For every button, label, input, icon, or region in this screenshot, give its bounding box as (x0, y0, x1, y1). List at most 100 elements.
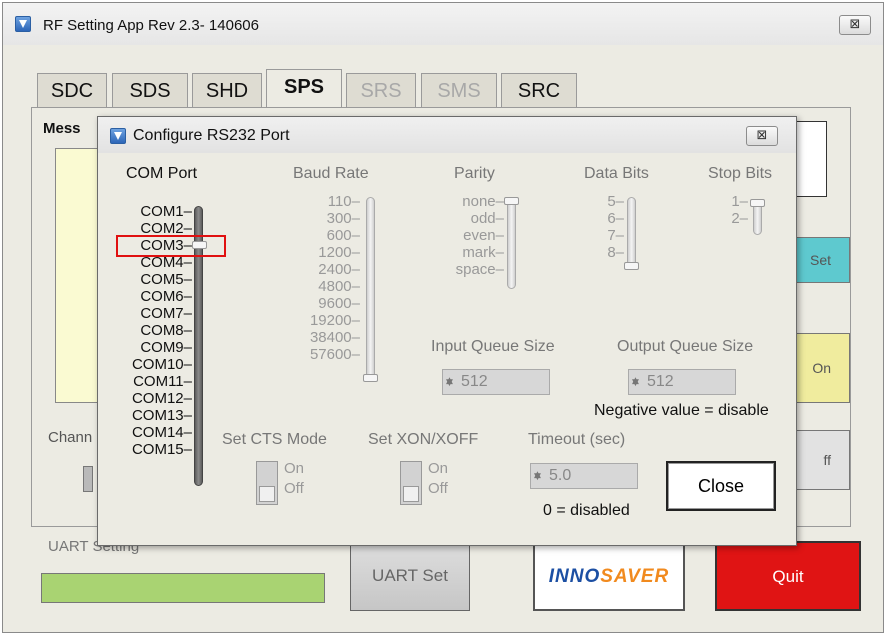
tab-srs[interactable]: SRS (346, 73, 416, 107)
xon-off-label: Off (428, 480, 448, 497)
com-port-option: COM14– (131, 424, 192, 441)
xon-on-label: On (428, 460, 449, 477)
xon-xoff-label: Set XON/XOFF (368, 431, 479, 448)
cts-on-label: On (284, 460, 305, 477)
off-button[interactable]: ff (794, 430, 850, 490)
uart-progress-bar (41, 573, 325, 603)
input-queue-stepper-icon[interactable] (445, 369, 457, 395)
stop-bits-heading: Stop Bits (708, 165, 773, 182)
output-queue-stepper-icon[interactable] (631, 369, 643, 395)
parity-option: even– (463, 227, 504, 244)
baud-rate-slider-track[interactable] (366, 197, 375, 381)
dialog-title: Configure RS232 Port (133, 127, 290, 144)
message-label: Mess (43, 120, 81, 137)
cts-mode-toggle[interactable] (256, 461, 278, 505)
cts-toggle-knob (259, 486, 275, 502)
com-port-option: COM12– (131, 390, 192, 407)
uart-set-button[interactable]: UART Set (350, 541, 470, 611)
stop-bits-slider-thumb[interactable] (750, 199, 765, 207)
stop-bits-option: 2– (731, 210, 748, 227)
tab-sdc[interactable]: SDC (37, 73, 107, 107)
parity-option: mark– (462, 244, 504, 261)
set-button[interactable]: Set (794, 237, 850, 283)
output-queue-field[interactable]: 512 (628, 369, 736, 395)
baud-rate-option: 1200– (318, 244, 360, 261)
data-bits-option: 7– (607, 227, 624, 244)
input-queue-value: 512 (461, 373, 488, 390)
data-bits-option: 8– (607, 244, 624, 261)
channel-label: Chann (48, 429, 93, 446)
baud-rate-option: 57600– (309, 346, 360, 363)
innosaver-logo: INNOSAVER (548, 566, 670, 587)
main-close-button[interactable]: ⊠ (839, 15, 871, 35)
parity-slider-track[interactable] (507, 197, 516, 289)
timeout-label: Timeout (sec) (528, 431, 626, 448)
stop-bits-scale: 1– 2– (718, 193, 748, 227)
com-port-option: COM9– (140, 339, 192, 356)
on-button[interactable]: On (794, 333, 850, 403)
close-button[interactable]: Close (666, 461, 776, 511)
parity-scale: none– odd– even– mark– space– (428, 193, 504, 278)
dialog-titlebar: Configure RS232 Port ⊠ (98, 117, 796, 153)
xon-xoff-toggle[interactable] (400, 461, 422, 505)
baud-rate-option: 300– (326, 210, 360, 227)
input-queue-label: Input Queue Size (431, 338, 555, 355)
app-icon (15, 16, 31, 32)
timeout-value: 5.0 (549, 467, 572, 484)
negative-value-note: Negative value = disable (594, 402, 769, 419)
com-port-option: COM8– (140, 322, 192, 339)
baud-rate-option: 600– (326, 227, 360, 244)
baud-rate-scale: 110– 300– 600– 1200– 2400– 4800– 9600– 19200– 38… (294, 193, 360, 363)
baud-rate-slider-thumb[interactable] (363, 374, 378, 382)
tab-sms[interactable]: SMS (421, 73, 497, 107)
baud-rate-option: 9600– (318, 295, 360, 312)
tab-sds[interactable]: SDS (112, 73, 188, 107)
baud-rate-option: 19200– (309, 312, 360, 329)
timeout-disabled-note: 0 = disabled (543, 502, 630, 519)
baud-rate-option: 2400– (318, 261, 360, 278)
baud-rate-option: 4800– (318, 278, 360, 295)
data-bits-option: 6– (607, 210, 624, 227)
baud-rate-option: 38400– (309, 329, 360, 346)
com3-highlight-box (116, 235, 226, 257)
data-bits-slider-thumb[interactable] (624, 262, 639, 270)
main-titlebar: RF Setting App Rev 2.3- 140606 ⊠ (3, 3, 883, 45)
com-port-option: COM5– (140, 271, 192, 288)
parity-option: none– (462, 193, 504, 210)
tab-shd[interactable]: SHD (192, 73, 262, 107)
configure-rs232-dialog: Configure RS232 Port ⊠ COM Port Baud Rat… (97, 116, 797, 546)
baud-rate-heading: Baud Rate (293, 165, 369, 182)
input-queue-field[interactable]: 512 (442, 369, 550, 395)
timeout-field[interactable]: 5.0 (530, 463, 638, 489)
parity-heading: Parity (454, 165, 495, 182)
com-port-option: COM1– (140, 203, 192, 220)
com-port-option: COM10– (131, 356, 192, 373)
data-bits-option: 5– (607, 193, 624, 210)
channel-stepper[interactable] (83, 466, 93, 492)
data-bits-heading: Data Bits (584, 165, 649, 182)
xon-toggle-knob (403, 486, 419, 502)
tab-src[interactable]: SRC (501, 73, 577, 107)
innosaver-logo-button[interactable]: INNOSAVER (533, 541, 685, 611)
com-port-option: COM6– (140, 288, 192, 305)
stop-bits-option: 1– (731, 193, 748, 210)
dialog-app-icon (110, 128, 126, 144)
output-queue-label: Output Queue Size (617, 338, 754, 355)
timeout-stepper-icon[interactable] (533, 463, 545, 489)
parity-option: odd– (470, 210, 504, 227)
baud-rate-option: 110– (327, 193, 360, 210)
parity-slider-thumb[interactable] (504, 197, 519, 205)
dialog-close-x-button[interactable]: ⊠ (746, 126, 778, 146)
tab-sps[interactable]: SPS (266, 69, 342, 108)
com-port-option: COM13– (131, 407, 192, 424)
com-port-option: COM15– (131, 441, 192, 458)
output-queue-value: 512 (647, 373, 674, 390)
parity-option: space– (455, 261, 504, 278)
com-port-option: COM7– (140, 305, 192, 322)
com-port-heading: COM Port (126, 165, 198, 182)
cts-off-label: Off (284, 480, 304, 497)
data-bits-slider-track[interactable] (627, 197, 636, 269)
main-window-title: RF Setting App Rev 2.3- 140606 (43, 17, 259, 34)
quit-button[interactable]: Quit (715, 541, 861, 611)
data-bits-scale: 5– 6– 7– 8– (594, 193, 624, 261)
